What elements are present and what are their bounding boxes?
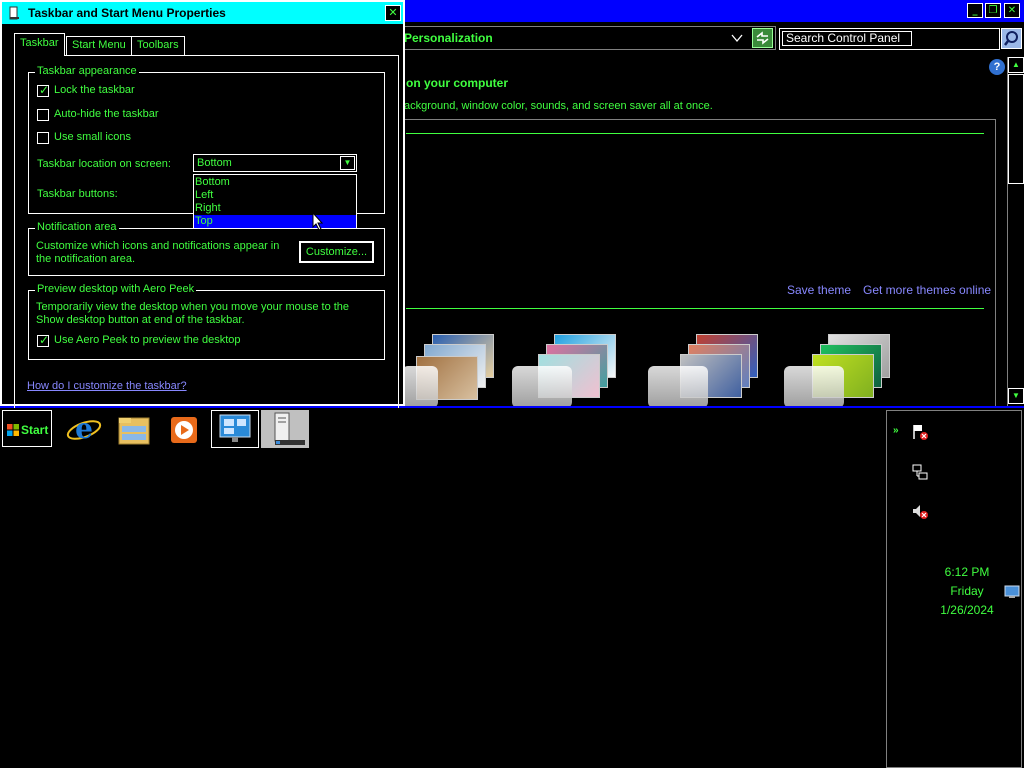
help-icon[interactable]: ? xyxy=(989,59,1005,75)
control-panel-icon xyxy=(219,414,251,442)
theme-thumbnail[interactable] xyxy=(646,330,758,408)
location-option[interactable]: Bottom xyxy=(194,176,356,189)
location-option[interactable]: Left xyxy=(194,189,356,202)
mouse-cursor-icon xyxy=(312,212,324,231)
windows-logo-icon xyxy=(7,424,19,436)
checkbox-label: Use small icons xyxy=(54,131,132,143)
taskbar-properties-dialog: Taskbar and Start Menu Properties ✕ Task… xyxy=(0,0,405,408)
media-player-icon xyxy=(171,417,197,443)
taskbar-properties-taskbar-button[interactable] xyxy=(261,410,309,448)
search-input[interactable]: Search Control Panel xyxy=(782,31,912,46)
checkbox[interactable] xyxy=(37,132,49,144)
buttons-label: Taskbar buttons: xyxy=(37,188,118,200)
checkbox[interactable]: ✓ xyxy=(37,333,50,347)
media-player-button[interactable] xyxy=(160,410,208,448)
checkbox-label: Use Aero Peek to preview the desktop xyxy=(54,334,241,346)
scroll-up-button[interactable]: ▲ xyxy=(1008,57,1024,73)
maximize-button[interactable]: ❐ xyxy=(985,3,1001,18)
control-panel-taskbar-button[interactable] xyxy=(211,410,259,448)
network-icon[interactable] xyxy=(911,463,929,481)
start-button[interactable]: Start xyxy=(2,410,52,447)
address-bar[interactable]: Personalization xyxy=(400,26,776,50)
taskbar: Start e » 6:12 PM Friday 1/26/2024 xyxy=(0,406,1024,768)
search-field[interactable]: Search Control Panel xyxy=(779,28,1000,50)
divider xyxy=(406,133,984,134)
folder-icon xyxy=(118,417,150,445)
search-button[interactable] xyxy=(1001,28,1022,49)
notification-area-group: Notification area Customize which icons … xyxy=(28,221,385,276)
location-option[interactable]: Right xyxy=(194,202,356,215)
aero-peek-description: Temporarily view the desktop when you mo… xyxy=(36,301,350,326)
search-icon xyxy=(1004,31,1018,46)
notification-description: Customize which icons and notifications … xyxy=(36,240,280,265)
clock-date[interactable]: 1/26/2024 xyxy=(917,603,1017,617)
save-theme-link[interactable]: Save theme xyxy=(787,283,851,297)
show-hidden-icons-button[interactable]: » xyxy=(893,425,899,436)
location-label: Taskbar location on screen: xyxy=(37,158,171,170)
close-button[interactable]: ✕ xyxy=(385,5,401,21)
refresh-button[interactable] xyxy=(752,28,773,48)
minimize-button[interactable]: _ xyxy=(967,3,983,18)
check-icon: ✓ xyxy=(39,333,50,347)
action-center-flag-icon[interactable] xyxy=(911,423,929,441)
page-heading: on your computer xyxy=(406,76,509,90)
notification-tray: » 6:12 PM Friday 1/26/2024 xyxy=(886,410,1022,768)
svg-text:e: e xyxy=(75,412,93,445)
dropdown-value: Bottom xyxy=(197,157,232,169)
start-label: Start xyxy=(21,423,49,437)
group-legend: Preview desktop with Aero Peek xyxy=(35,283,197,295)
taskbar-location-list[interactable]: Bottom Left Right Top xyxy=(193,174,357,228)
theme-thumbnail[interactable] xyxy=(782,330,892,408)
checkbox-label: Auto-hide the taskbar xyxy=(54,108,159,120)
volume-muted-icon[interactable] xyxy=(911,503,929,521)
customize-button[interactable]: Customize... xyxy=(299,241,374,263)
internet-explorer-icon: e xyxy=(66,412,102,445)
dialog-title-bar[interactable]: Taskbar and Start Menu Properties ✕ xyxy=(2,2,403,24)
scroll-thumb[interactable] xyxy=(1008,74,1024,184)
chevron-down-icon[interactable] xyxy=(731,32,743,44)
group-legend: Notification area xyxy=(35,221,119,233)
group-legend: Taskbar appearance xyxy=(35,65,139,77)
show-desktop-icon[interactable] xyxy=(1004,585,1020,599)
theme-thumbnail[interactable] xyxy=(510,330,620,408)
aero-peek-group: Preview desktop with Aero Peek Temporari… xyxy=(28,283,385,360)
checkbox-label: Lock the taskbar xyxy=(54,84,135,96)
address-text: Personalization xyxy=(404,31,493,45)
page-description: ackground, window color, sounds, and scr… xyxy=(404,100,713,112)
taskbar-location-dropdown[interactable]: Bottom ▼ xyxy=(193,154,357,172)
refresh-icon xyxy=(756,31,769,45)
checkbox[interactable] xyxy=(37,109,49,121)
clock-time[interactable]: 6:12 PM xyxy=(917,565,1017,579)
close-button[interactable]: ✕ xyxy=(1004,3,1020,18)
tab-start-menu[interactable]: Start Menu xyxy=(66,36,132,55)
tab-taskbar[interactable]: Taskbar xyxy=(14,33,65,56)
vertical-scrollbar[interactable]: ▲ ▼ xyxy=(1007,57,1024,406)
location-option-highlighted[interactable]: Top xyxy=(194,215,356,228)
checkbox[interactable]: ✓ xyxy=(37,83,50,97)
scroll-down-button[interactable]: ▼ xyxy=(1008,388,1024,404)
theme-thumbnail[interactable] xyxy=(402,330,514,408)
chevron-down-icon[interactable]: ▼ xyxy=(340,156,355,170)
tab-toolbars[interactable]: Toolbars xyxy=(131,36,185,55)
help-link[interactable]: How do I customize the taskbar? xyxy=(27,380,187,392)
dialog-title: Taskbar and Start Menu Properties xyxy=(28,6,226,20)
clock-day[interactable]: Friday xyxy=(917,584,1017,598)
divider xyxy=(406,308,984,309)
taskbar-properties-icon xyxy=(274,412,305,445)
internet-explorer-button[interactable]: e xyxy=(60,410,108,448)
check-icon: ✓ xyxy=(39,83,50,97)
file-explorer-button[interactable] xyxy=(110,410,158,448)
taskbar-properties-icon xyxy=(9,6,19,20)
more-themes-link[interactable]: Get more themes online xyxy=(863,283,991,297)
